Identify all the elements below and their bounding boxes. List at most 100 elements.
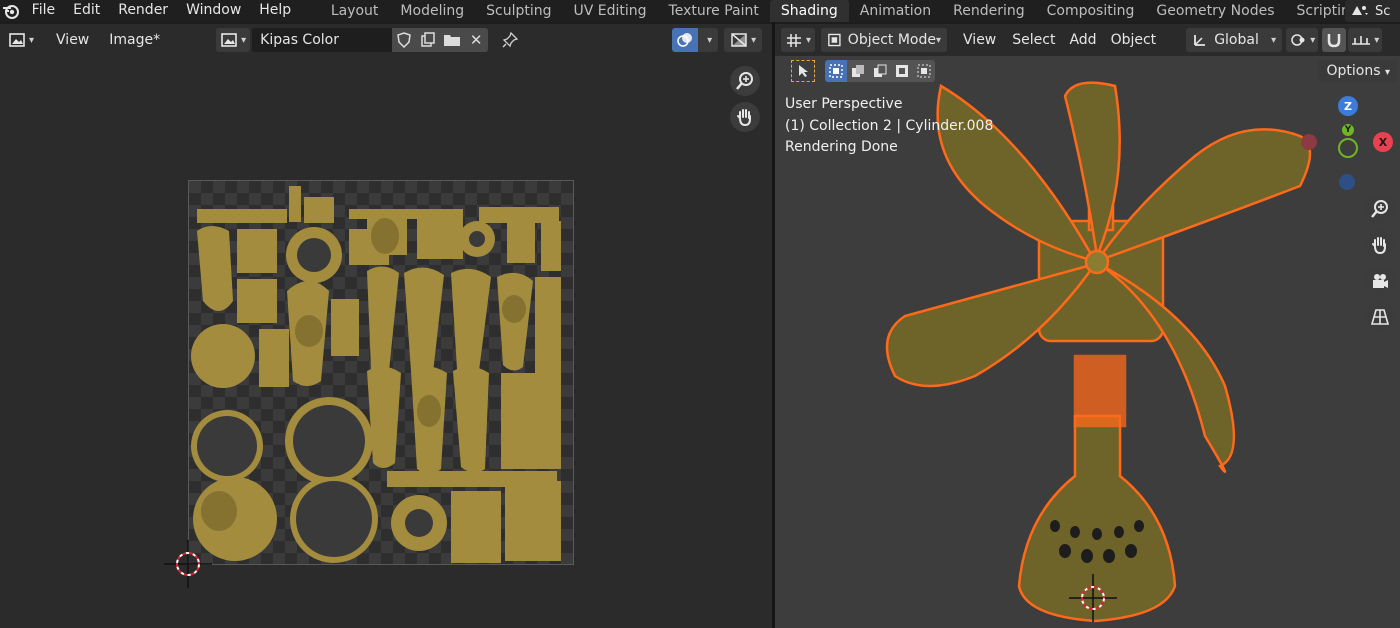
object-mode-icon	[828, 33, 841, 47]
overlay-button[interactable]	[672, 28, 699, 52]
scene-icon	[1352, 6, 1368, 15]
grid-perspective-icon	[1370, 309, 1390, 325]
image-menu[interactable]: Image*	[103, 28, 166, 52]
viewport-perspective-label: User Perspective	[785, 96, 903, 112]
tab-sculpting[interactable]: Sculpting	[475, 0, 562, 22]
pin-button[interactable]	[496, 28, 524, 52]
menu-window[interactable]: Window	[177, 0, 250, 22]
unlink-image-button[interactable]: ✕	[464, 28, 489, 52]
transform-orientation-dropdown[interactable]: Global ▾	[1186, 28, 1283, 52]
viewport-header: ▾ Object Mode ▾ View Select Add Object G…	[775, 24, 1400, 56]
image-editor-header: ▾ View Image* ▾ Kipas Color ✕ ▾ ▾	[0, 24, 772, 56]
mode-dropdown[interactable]: Object Mode ▾	[821, 28, 948, 52]
tab-layout[interactable]: Layout	[320, 0, 390, 22]
chevron-down-icon: ▾	[29, 34, 35, 46]
tab-uv-editing[interactable]: UV Editing	[562, 0, 657, 22]
texture-islands	[191, 186, 561, 563]
tab-shading[interactable]: Shading	[769, 0, 849, 22]
editor-type-button[interactable]: ▾	[2, 28, 40, 52]
snap-target-dropdown[interactable]: ▾	[1348, 28, 1383, 52]
chevron-down-icon: ▾	[1310, 34, 1316, 46]
pivot-dropdown[interactable]: ▾	[1286, 28, 1319, 52]
scene-label: Sc	[1375, 3, 1391, 19]
viewport-render-status: Rendering Done	[785, 139, 898, 155]
fake-user-button[interactable]	[392, 28, 417, 52]
overlay-icon	[677, 33, 693, 47]
image-browse-icon	[221, 33, 237, 47]
gizmo-x-axis[interactable]: X	[1373, 132, 1393, 152]
image-editor-icon	[9, 33, 25, 47]
tab-texture-paint[interactable]: Texture Paint	[658, 0, 770, 22]
image-browse-button[interactable]: ▾	[216, 28, 251, 52]
camera-view-button[interactable]	[1365, 266, 1395, 296]
open-image-button[interactable]	[440, 28, 465, 52]
2d-cursor-icon	[164, 540, 212, 588]
chevron-down-icon: ▾	[707, 34, 713, 46]
top-bar: File Edit Render Window Help Layout Mode…	[0, 0, 1400, 22]
3d-viewport-icon	[787, 34, 801, 47]
pivot-icon	[1291, 34, 1305, 46]
menu-help[interactable]: Help	[250, 0, 300, 22]
zoom-button[interactable]	[730, 66, 760, 96]
orientation-label: Global	[1214, 32, 1259, 48]
uv-texture-image	[188, 180, 574, 565]
gizmo-y-label: Y	[1342, 124, 1354, 136]
tab-rendering[interactable]: Rendering	[942, 0, 1036, 22]
chevron-down-icon: ▾	[751, 34, 757, 46]
chevron-down-icon: ▾	[936, 34, 942, 46]
tab-compositing[interactable]: Compositing	[1036, 0, 1146, 22]
tab-modeling[interactable]: Modeling	[389, 0, 475, 22]
scene-selector[interactable]: Sc	[1345, 0, 1400, 22]
overlay-toggle[interactable]: ▾	[672, 28, 719, 52]
hand-icon	[1372, 237, 1386, 255]
tab-animation[interactable]: Animation	[849, 0, 942, 22]
perspective-toggle-button[interactable]	[1365, 302, 1395, 332]
chevron-down-icon: ▾	[1374, 34, 1380, 46]
shield-icon	[397, 32, 411, 48]
zoom-button[interactable]	[1365, 194, 1395, 224]
viewport-menu-view[interactable]: View	[957, 28, 1002, 52]
display-channels-button[interactable]: ▾	[724, 28, 763, 52]
image-name-field[interactable]: Kipas Color	[252, 28, 393, 52]
viewport-collection-label: (1) Collection 2 | Cylinder.008	[785, 118, 994, 134]
pan-button[interactable]	[1365, 230, 1395, 260]
folder-icon	[444, 35, 461, 46]
mode-label: Object Mode	[847, 32, 936, 48]
zoom-icon	[736, 72, 753, 90]
duplicate-icon	[421, 32, 435, 47]
viewport-menu-select[interactable]: Select	[1006, 28, 1061, 52]
menu-render[interactable]: Render	[109, 0, 177, 22]
image-editor: ▾ View Image* ▾ Kipas Color ✕ ▾ ▾	[0, 24, 772, 628]
pin-icon	[502, 32, 519, 48]
pan-button[interactable]	[730, 102, 760, 132]
blender-logo-icon[interactable]	[0, 0, 23, 22]
chevron-down-icon: ▾	[806, 34, 812, 46]
gizmo-neg-x-axis[interactable]	[1301, 134, 1317, 150]
editor-type-button[interactable]: ▾	[781, 28, 816, 52]
menu-edit[interactable]: Edit	[64, 0, 109, 22]
image-canvas[interactable]	[0, 56, 772, 628]
snap-toggle[interactable]	[1322, 28, 1347, 52]
tab-geometry-nodes[interactable]: Geometry Nodes	[1145, 0, 1285, 22]
channels-icon	[731, 33, 747, 47]
magnet-icon	[1327, 34, 1341, 48]
hand-icon	[737, 109, 751, 127]
new-image-button[interactable]	[416, 28, 441, 52]
navigation-gizmo[interactable]: Z X Y	[1301, 90, 1400, 190]
chevron-down-icon: ▾	[1271, 34, 1277, 46]
camera-icon	[1373, 274, 1388, 288]
gizmo-neg-z-axis[interactable]	[1339, 174, 1355, 190]
view-menu[interactable]: View	[50, 28, 95, 52]
gizmo-y-axis[interactable]	[1338, 138, 1358, 158]
snap-increment-icon	[1352, 36, 1371, 45]
zoom-icon	[1371, 200, 1388, 218]
viewport-menu-add[interactable]: Add	[1063, 28, 1102, 52]
chevron-down-icon: ▾	[241, 34, 247, 46]
menu-file[interactable]: File	[23, 0, 64, 22]
orientation-icon	[1194, 35, 1206, 46]
overlay-dropdown[interactable]: ▾	[698, 28, 719, 52]
gizmo-z-axis[interactable]: Z	[1338, 96, 1358, 116]
3d-viewport: ▾ Object Mode ▾ View Select Add Object G…	[775, 24, 1400, 628]
close-icon: ✕	[469, 31, 483, 49]
viewport-menu-object[interactable]: Object	[1105, 28, 1163, 52]
